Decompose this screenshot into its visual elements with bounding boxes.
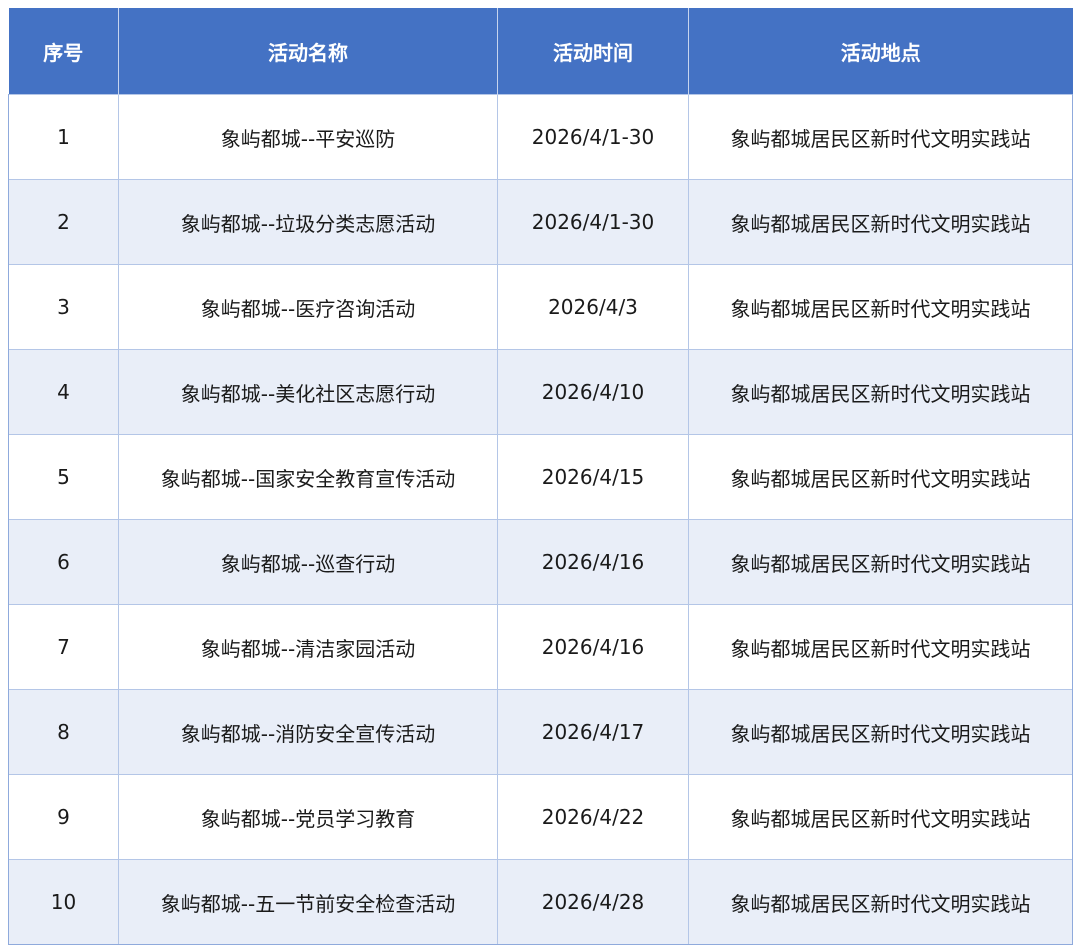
cell-time: 2026/4/15 bbox=[497, 434, 689, 520]
cell-name: 象屿都城--清洁家园活动 bbox=[118, 604, 498, 690]
cell-time: 2026/4/16 bbox=[497, 519, 689, 605]
cell-place: 象屿都城居民区新时代文明实践站 bbox=[688, 349, 1073, 435]
cell-name: 象屿都城--国家安全教育宣传活动 bbox=[118, 434, 498, 520]
cell-name: 象屿都城--巡查行动 bbox=[118, 519, 498, 605]
activity-schedule: 序号 活动名称 活动时间 活动地点 1 象屿都城--平安巡防 2026/4/1-… bbox=[8, 8, 1073, 945]
table-body: 1 象屿都城--平安巡防 2026/4/1-30 象屿都城居民区新时代文明实践站… bbox=[8, 94, 1073, 945]
table-row: 1 象屿都城--平安巡防 2026/4/1-30 象屿都城居民区新时代文明实践站 bbox=[8, 94, 1073, 180]
cell-place: 象屿都城居民区新时代文明实践站 bbox=[688, 179, 1073, 265]
cell-name: 象屿都城--消防安全宣传活动 bbox=[118, 689, 498, 775]
cell-name: 象屿都城--党员学习教育 bbox=[118, 774, 498, 860]
cell-no: 3 bbox=[8, 264, 119, 350]
cell-place: 象屿都城居民区新时代文明实践站 bbox=[688, 604, 1073, 690]
cell-name: 象屿都城--医疗咨询活动 bbox=[118, 264, 498, 350]
header-time: 活动时间 bbox=[497, 8, 689, 95]
cell-no: 10 bbox=[8, 859, 119, 945]
table-row: 6 象屿都城--巡查行动 2026/4/16 象屿都城居民区新时代文明实践站 bbox=[8, 519, 1073, 605]
table-row: 4 象屿都城--美化社区志愿行动 2026/4/10 象屿都城居民区新时代文明实… bbox=[8, 349, 1073, 435]
cell-no: 1 bbox=[8, 94, 119, 180]
cell-time: 2026/4/28 bbox=[497, 859, 689, 945]
header-no: 序号 bbox=[8, 8, 119, 95]
cell-place: 象屿都城居民区新时代文明实践站 bbox=[688, 859, 1073, 945]
header-place: 活动地点 bbox=[688, 8, 1073, 95]
table-row: 8 象屿都城--消防安全宣传活动 2026/4/17 象屿都城居民区新时代文明实… bbox=[8, 689, 1073, 775]
cell-place: 象屿都城居民区新时代文明实践站 bbox=[688, 434, 1073, 520]
cell-time: 2026/4/1-30 bbox=[497, 179, 689, 265]
cell-time: 2026/4/17 bbox=[497, 689, 689, 775]
cell-name: 象屿都城--美化社区志愿行动 bbox=[118, 349, 498, 435]
table-row: 5 象屿都城--国家安全教育宣传活动 2026/4/15 象屿都城居民区新时代文… bbox=[8, 434, 1073, 520]
cell-no: 4 bbox=[8, 349, 119, 435]
cell-place: 象屿都城居民区新时代文明实践站 bbox=[688, 689, 1073, 775]
table-row: 10 象屿都城--五一节前安全检查活动 2026/4/28 象屿都城居民区新时代… bbox=[8, 859, 1073, 945]
cell-place: 象屿都城居民区新时代文明实践站 bbox=[688, 264, 1073, 350]
cell-name: 象屿都城--五一节前安全检查活动 bbox=[118, 859, 498, 945]
cell-name: 象屿都城--平安巡防 bbox=[118, 94, 498, 180]
table-header: 序号 活动名称 活动时间 活动地点 bbox=[8, 8, 1073, 95]
cell-time: 2026/4/10 bbox=[497, 349, 689, 435]
cell-no: 9 bbox=[8, 774, 119, 860]
table-row: 2 象屿都城--垃圾分类志愿活动 2026/4/1-30 象屿都城居民区新时代文… bbox=[8, 179, 1073, 265]
cell-time: 2026/4/16 bbox=[497, 604, 689, 690]
cell-time: 2026/4/22 bbox=[497, 774, 689, 860]
cell-time: 2026/4/1-30 bbox=[497, 94, 689, 180]
table-row: 3 象屿都城--医疗咨询活动 2026/4/3 象屿都城居民区新时代文明实践站 bbox=[8, 264, 1073, 350]
header-name: 活动名称 bbox=[118, 8, 498, 95]
cell-name: 象屿都城--垃圾分类志愿活动 bbox=[118, 179, 498, 265]
cell-time: 2026/4/3 bbox=[497, 264, 689, 350]
cell-no: 8 bbox=[8, 689, 119, 775]
cell-place: 象屿都城居民区新时代文明实践站 bbox=[688, 519, 1073, 605]
cell-no: 5 bbox=[8, 434, 119, 520]
cell-no: 7 bbox=[8, 604, 119, 690]
cell-place: 象屿都城居民区新时代文明实践站 bbox=[688, 94, 1073, 180]
cell-no: 6 bbox=[8, 519, 119, 605]
table-row: 7 象屿都城--清洁家园活动 2026/4/16 象屿都城居民区新时代文明实践站 bbox=[8, 604, 1073, 690]
cell-place: 象屿都城居民区新时代文明实践站 bbox=[688, 774, 1073, 860]
cell-no: 2 bbox=[8, 179, 119, 265]
activity-table: 序号 活动名称 活动时间 活动地点 1 象屿都城--平安巡防 2026/4/1-… bbox=[8, 8, 1073, 945]
table-row: 9 象屿都城--党员学习教育 2026/4/22 象屿都城居民区新时代文明实践站 bbox=[8, 774, 1073, 860]
header-row: 序号 活动名称 活动时间 活动地点 bbox=[8, 8, 1073, 95]
